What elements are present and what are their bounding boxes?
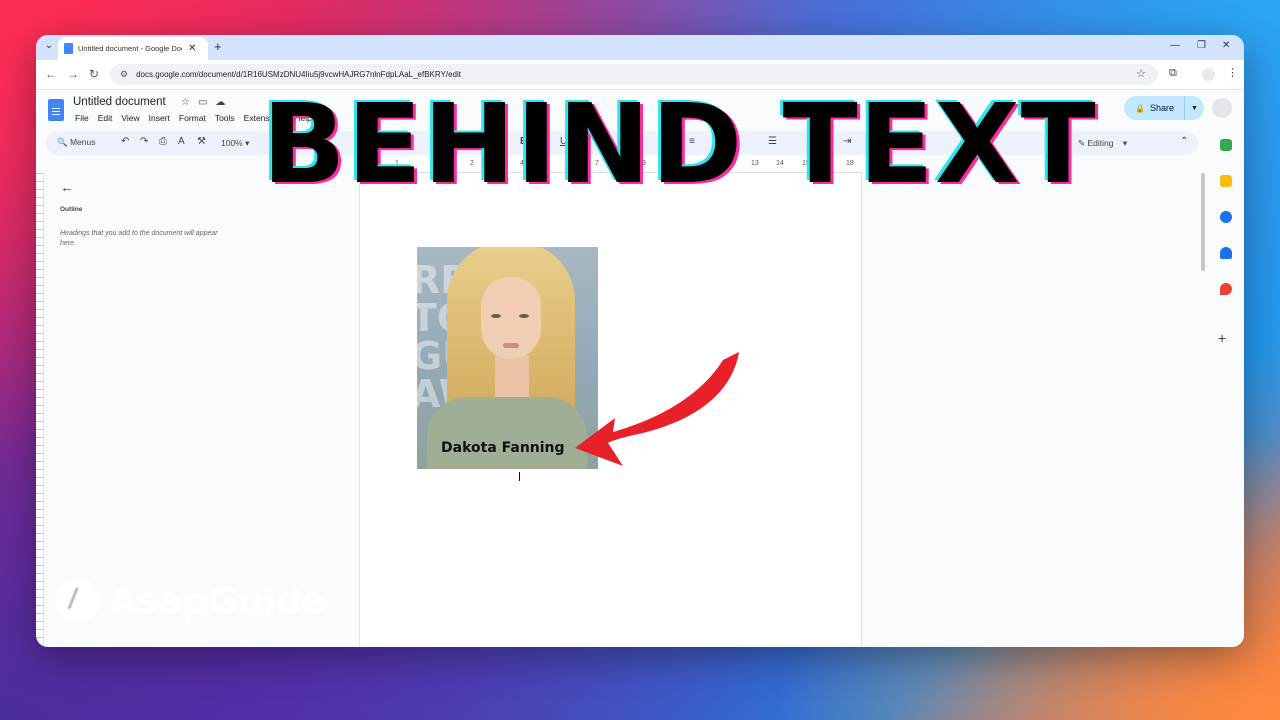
headline-overlay: BEHIND TEXT [262, 80, 1097, 208]
share-label: Share [1149, 103, 1174, 113]
close-tab-icon[interactable]: ✕ [188, 43, 196, 54]
menu-tools[interactable]: Tools [215, 113, 235, 123]
lips-shape [503, 343, 519, 348]
document-page[interactable]: RETOGUAW Dakota Fanning [359, 173, 862, 647]
menu-edit[interactable]: Edit [98, 113, 113, 123]
calendar-icon[interactable] [1220, 139, 1232, 151]
plus-icon[interactable]: + [1218, 330, 1226, 346]
portrait-image[interactable]: RETOGUAW Dakota Fanning [417, 247, 598, 469]
brand-logo-icon: / [56, 579, 100, 623]
share-dropdown-icon[interactable]: ▼ [1184, 96, 1204, 120]
docs-logo-icon[interactable] [48, 99, 64, 121]
extensions-icon[interactable]: ⧉ [1169, 67, 1177, 80]
back-icon[interactable]: ← [45, 67, 57, 81]
document-title[interactable]: Untitled document [73, 96, 166, 108]
spellcheck-icon[interactable]: A [178, 136, 185, 147]
vertical-ruler[interactable] [36, 173, 44, 647]
title-actions: ☆▭☁ [181, 97, 233, 108]
profile-icon[interactable] [1202, 68, 1215, 81]
side-panel: + [1208, 127, 1244, 647]
tasks-icon[interactable] [1220, 211, 1232, 223]
tab-strip: ⌄ Untitled document - Google Docs ✕ + — … [36, 35, 1244, 60]
site-info-icon[interactable]: ⚙ [120, 69, 128, 80]
search-menus-label: Menus [69, 137, 96, 147]
browser-tab[interactable]: Untitled document - Google Docs ✕ [58, 37, 208, 60]
brand-name: AsapGuide [109, 580, 327, 622]
keep-icon[interactable] [1220, 175, 1232, 187]
close-outline-icon[interactable]: ← [60, 179, 74, 195]
url-text: docs.google.com/document/d/1R16USMzDNU4I… [136, 70, 461, 79]
star-icon[interactable]: ☆ [181, 97, 198, 108]
outline-hint: Headings that you add to the document wi… [60, 230, 218, 247]
share-button[interactable]: 🔒 Share ▼ [1124, 96, 1204, 120]
eye-shape [491, 314, 501, 318]
close-window-icon[interactable]: ✕ [1222, 40, 1230, 51]
image-caption[interactable]: Dakota Fanning [441, 440, 565, 456]
new-tab-icon[interactable]: + [214, 39, 222, 54]
forward-icon[interactable]: → [67, 67, 79, 81]
restore-icon[interactable]: ❐ [1197, 40, 1206, 51]
dress-shape [427, 397, 587, 469]
print-icon[interactable]: ⎙ [159, 136, 167, 147]
redo-icon[interactable]: ↷ [140, 136, 148, 147]
outline-title: Outline [60, 206, 83, 213]
menu-view[interactable]: View [121, 113, 139, 123]
text-cursor [519, 472, 520, 481]
search-menus[interactable]: 🔍 Menus [57, 137, 95, 148]
maps-icon[interactable] [1220, 283, 1232, 295]
minimize-icon[interactable]: — [1170, 40, 1180, 51]
lock-icon: 🔒 [1135, 103, 1145, 113]
bookmark-star-icon[interactable]: ☆ [1136, 67, 1146, 80]
cloud-status-icon: ☁ [215, 97, 234, 108]
collapse-menus-icon[interactable]: ⌃ [1180, 136, 1188, 147]
contacts-icon[interactable] [1220, 247, 1232, 259]
menu-format[interactable]: Format [179, 113, 206, 123]
paint-format-icon[interactable]: ⚒ [197, 136, 206, 147]
red-arrow-icon [575, 352, 739, 466]
menu-insert[interactable]: Insert [149, 113, 170, 123]
eye-shape [519, 314, 529, 318]
scrollbar-thumb[interactable] [1201, 173, 1205, 271]
zoom-select[interactable]: 100% ▾ [221, 138, 249, 149]
brand-watermark: / AsapGuide [56, 579, 326, 623]
tab-title: Untitled document - Google Docs [78, 44, 182, 53]
browser-menu-icon[interactable]: ⋮ [1227, 66, 1238, 79]
zoom-value: 100% [221, 138, 243, 148]
move-folder-icon[interactable]: ▭ [198, 97, 215, 108]
tab-search-icon[interactable]: ⌄ [42, 40, 56, 54]
docs-favicon-icon [64, 43, 73, 54]
reload-icon[interactable]: ↻ [89, 67, 99, 81]
account-avatar[interactable] [1212, 98, 1232, 118]
undo-icon[interactable]: ↶ [121, 136, 129, 147]
menu-file[interactable]: File [75, 113, 89, 123]
